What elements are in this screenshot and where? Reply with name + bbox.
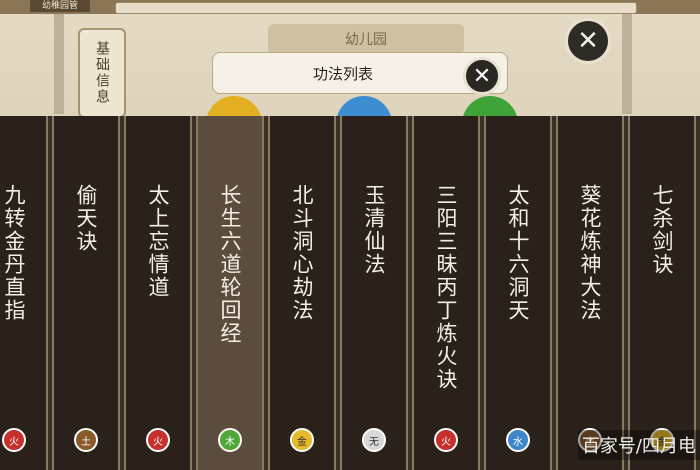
right-pole [622,14,632,114]
basic-info-label: 基础信息 [94,41,110,105]
technique-card[interactable]: 九转金丹直指 火 [0,116,48,470]
technique-name: 三阳三昧丙丁炼火诀 [434,184,458,391]
element-badge: 土 [74,428,98,452]
technique-card[interactable]: 玉清仙法 无 [340,116,408,470]
technique-name: 北斗洞心劫法 [290,184,314,322]
watermark: 百家号/四月电 [577,430,700,460]
top-bar: 幼稚园管 [0,0,700,14]
element-badge: 木 [218,428,242,452]
technique-name: 葵花炼神大法 [578,184,602,322]
basic-info-tab[interactable]: 基础信息 [78,28,126,118]
left-pole [54,14,64,114]
close-icon[interactable]: ✕ [565,18,611,64]
top-tab[interactable]: 幼稚园管 [30,0,90,12]
technique-card[interactable]: 葵花炼神大法 土 [556,116,624,470]
panel-title: 功法列表 [312,65,373,83]
element-badge: 金 [290,428,314,452]
technique-card[interactable]: 三阳三昧丙丁炼火诀 火 [412,116,480,470]
element-badge: 无 [362,428,386,452]
technique-name: 九转金丹直指 [2,184,26,322]
technique-name: 太上忘情道 [146,184,170,299]
kindergarten-label: 幼儿园 [268,24,464,54]
element-badge: 火 [434,428,458,452]
technique-card[interactable]: 太上忘情道 火 [124,116,192,470]
technique-card[interactable]: 七杀剑诀 金 [628,116,696,470]
top-bar-frame [115,2,637,14]
element-badge: 水 [506,428,530,452]
technique-card[interactable]: 偷天诀 土 [52,116,120,470]
technique-name: 长生六道轮回经 [218,184,242,345]
element-badge: 火 [2,428,26,452]
technique-name: 太和十六洞天 [506,184,530,322]
technique-name: 七杀剑诀 [650,184,674,276]
panel-close-icon[interactable]: ✕ [463,57,501,95]
technique-card[interactable]: 北斗洞心劫法 金 [268,116,336,470]
element-badge: 火 [146,428,170,452]
technique-card[interactable]: 太和十六洞天 水 [484,116,552,470]
technique-name: 玉清仙法 [362,184,386,276]
technique-name: 偷天诀 [74,184,98,253]
technique-card[interactable]: 长生六道轮回经 木 [196,116,264,470]
